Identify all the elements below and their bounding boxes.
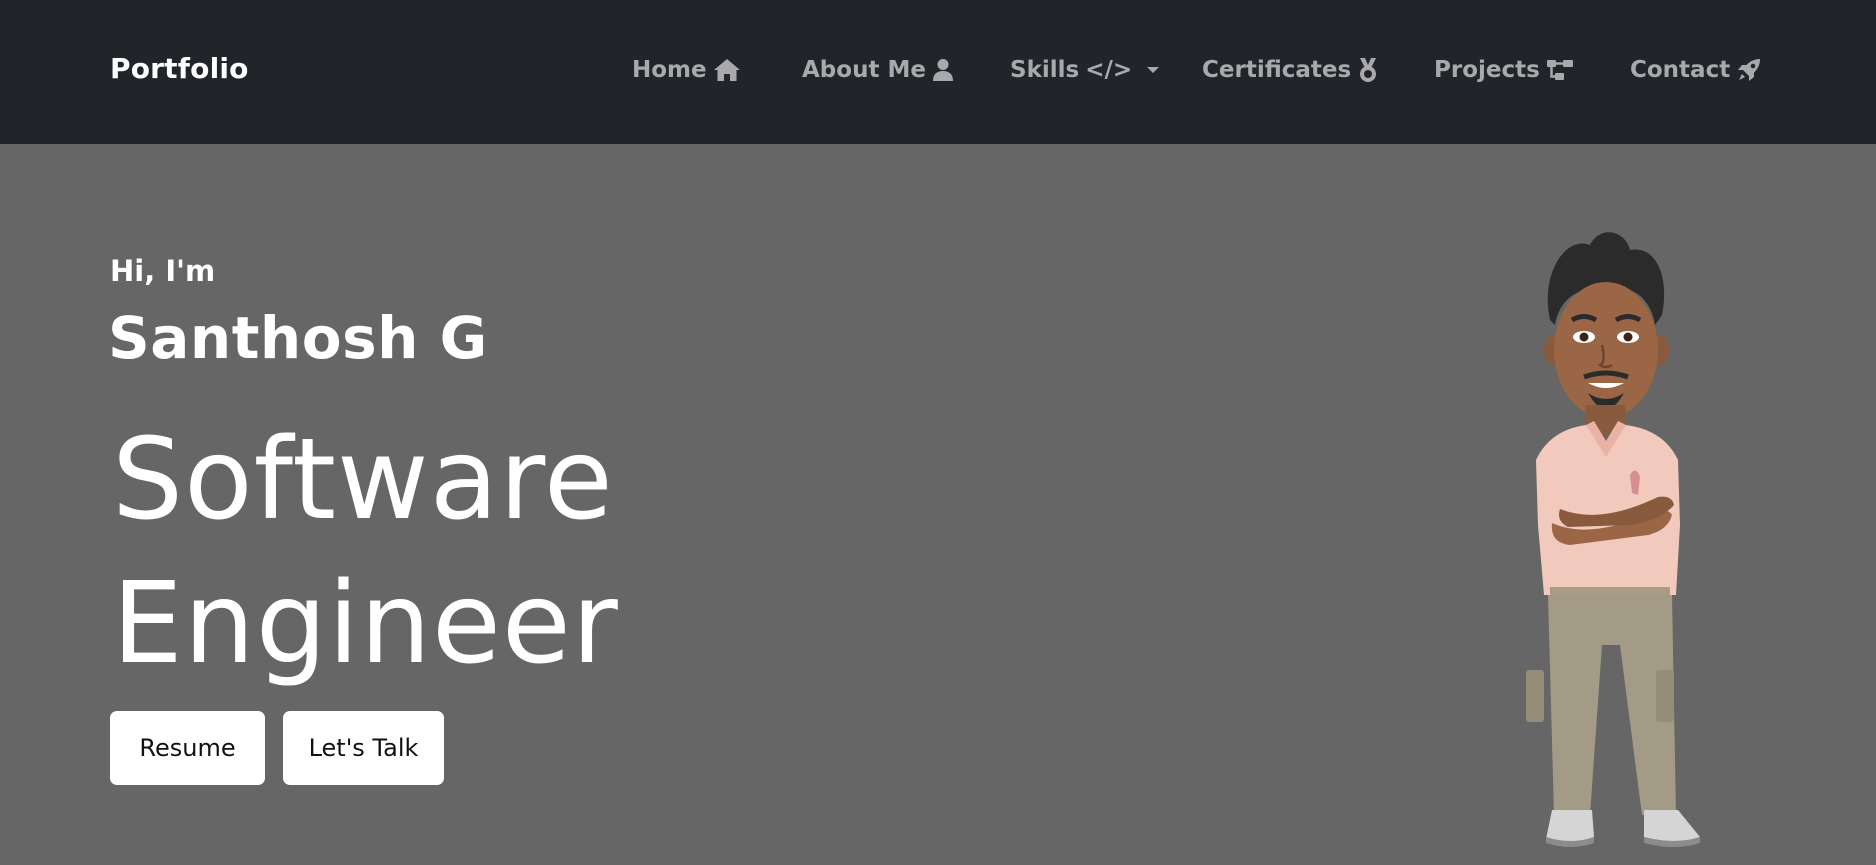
rocket-icon [1736,57,1762,83]
nav-home[interactable]: Home [632,52,741,88]
nav-about-label: About Me [802,57,926,83]
nav-certificates-label: Certificates [1202,57,1352,83]
nav-projects-label: Projects [1434,57,1540,83]
nav-skills[interactable]: Skills </> [1010,52,1160,88]
hero-role-line1: Software [112,415,614,545]
hero-role-line2: Engineer [112,559,619,689]
avatar-illustration [1480,225,1730,861]
nav-about[interactable]: About Me [802,52,954,88]
lets-talk-button[interactable]: Let's Talk [283,711,444,785]
nav-home-label: Home [632,57,707,83]
hero-name: Santhosh G [108,304,488,372]
chevron-down-icon [1146,65,1160,75]
user-icon [932,58,954,82]
navbar: Portfolio Home About Me Skills </> Certi… [0,0,1876,144]
home-icon [713,58,741,82]
code-icon: </> [1085,57,1133,83]
resume-button[interactable]: Resume [110,711,265,785]
nav-certificates[interactable]: Certificates [1202,52,1379,88]
nav-contact[interactable]: Contact [1630,52,1762,88]
hero-greeting: Hi, I'm [110,254,216,288]
nav-skills-label: Skills [1010,57,1080,83]
nav-contact-label: Contact [1630,57,1731,83]
brand-logo[interactable]: Portfolio [110,52,249,85]
medal-icon [1357,57,1379,83]
diagram-icon [1546,58,1574,82]
nav-projects[interactable]: Projects [1434,52,1574,88]
hero-role: Software Engineer [112,408,812,696]
